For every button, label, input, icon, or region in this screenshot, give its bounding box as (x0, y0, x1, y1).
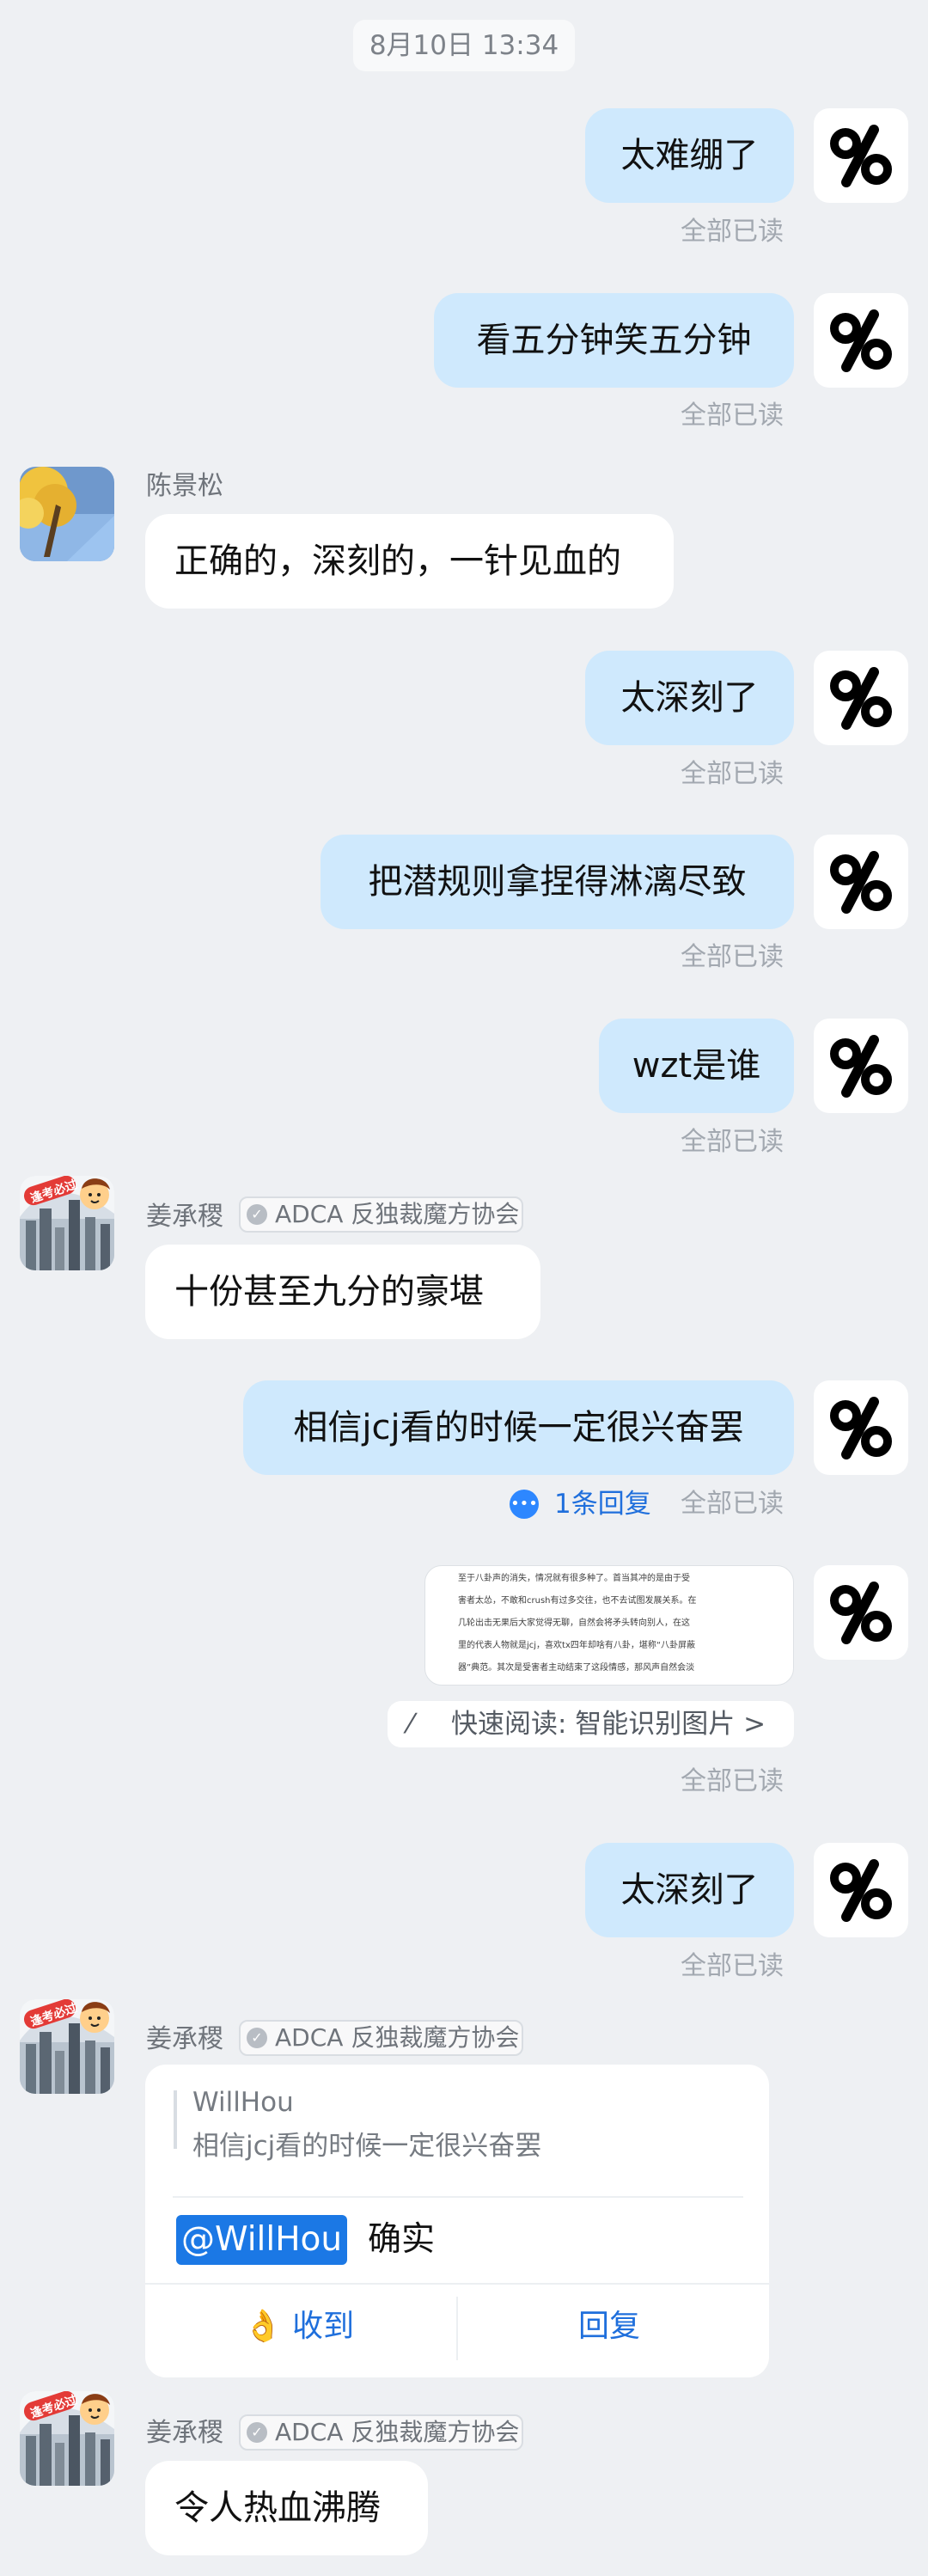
quote-bar (174, 2090, 177, 2149)
percent-logo-icon (830, 1582, 892, 1644)
read-status: 全部已读 (681, 1951, 784, 1981)
sender-name: 姜承稷 (146, 2024, 223, 2054)
contact-avatar[interactable] (20, 467, 114, 561)
actions-divider (145, 2283, 769, 2285)
chat-screen: 8月10日 13:34 太难绷了 全部已读 看五分钟笑五分钟 全部已读 陈景松 (0, 0, 928, 2576)
verified-badge-icon: ✓ (247, 2422, 267, 2443)
magic-wand-icon: ⁄ (408, 1709, 413, 1740)
read-status: 全部已读 (681, 1766, 784, 1796)
quick-read-button[interactable]: ⁄ 快速阅读: 智能识别图片 > (388, 1701, 794, 1747)
ok-hand-icon: 👌 (243, 2309, 283, 2344)
sender-name: 姜承稷 (146, 2418, 223, 2448)
reply-button[interactable]: 回复 (552, 2305, 667, 2348)
reply-message-card[interactable]: WillHou 相信jcj看的时候一定很兴奋罢 @WillHou 确实 👌 收到… (145, 2065, 769, 2377)
city-sticker-avatar: 逢考必过 (20, 1176, 114, 1270)
my-avatar[interactable] (814, 293, 908, 388)
my-avatar[interactable] (814, 1565, 908, 1660)
group-badge: ✓ ADCA 反独裁魔方协会 (239, 2414, 523, 2451)
image-text-line: 至于八卦声的消失，情况就有很多种了。首当其冲的是由于受 (458, 1574, 690, 1583)
image-text-line: 害者太怂，不敢和crush有过多交往，也不去试图发展关系。在 (458, 1596, 697, 1606)
city-sticker-avatar: 逢考必过 (20, 1999, 114, 2094)
shared-image-message[interactable]: 至于八卦声的消失，情况就有很多种了。首当其冲的是由于受 害者太怂，不敢和crus… (424, 1565, 794, 1686)
contact-avatar[interactable]: 逢考必过 (20, 1999, 114, 2094)
quick-read-label: 快速阅读: 智能识别图片 > (451, 1709, 766, 1740)
quote-divider (173, 2196, 743, 2198)
read-status: 全部已读 (681, 1489, 784, 1519)
percent-logo-icon (830, 1859, 892, 1922)
contact-avatar[interactable]: 逢考必过 (20, 2391, 114, 2486)
percent-logo-icon (830, 1035, 892, 1098)
verified-badge-icon: ✓ (247, 1204, 267, 1225)
chat-bubble-icon: ••• (510, 1490, 539, 1519)
read-status: 全部已读 (681, 942, 784, 972)
my-message-bubble[interactable]: 相信jcj看的时候一定很兴奋罢 (243, 1380, 794, 1475)
contact-message-bubble[interactable]: 十份甚至九分的豪堪 (145, 1245, 540, 1339)
my-avatar[interactable] (814, 1843, 908, 1937)
percent-logo-icon (830, 851, 892, 914)
contact-avatar[interactable]: 逢考必过 (20, 1176, 114, 1270)
sender-name: 陈景松 (146, 471, 223, 501)
city-sticker-avatar: 逢考必过 (20, 2391, 114, 2486)
percent-logo-icon (830, 309, 892, 372)
sender-name: 姜承稷 (146, 1202, 223, 1232)
image-text-line: 里的代表人物就是jcj，喜欢tx四年却啥有八卦，堪称“八卦屏蔽 (458, 1641, 696, 1650)
reply-text: 确实 (368, 2220, 436, 2259)
quoted-author: WillHou (192, 2087, 294, 2118)
date-time-separator: 8月10日 13:34 (353, 20, 575, 71)
my-avatar[interactable] (814, 108, 908, 203)
percent-logo-icon (830, 125, 892, 187)
quoted-message: 相信jcj看的时候一定很兴奋罢 (192, 2131, 542, 2162)
my-avatar[interactable] (814, 1019, 908, 1113)
my-avatar[interactable] (814, 1380, 908, 1475)
my-message-bubble[interactable]: 太深刻了 (585, 651, 794, 745)
verified-badge-icon: ✓ (247, 2028, 267, 2048)
read-status: 全部已读 (681, 217, 784, 247)
my-message-bubble[interactable]: 太难绷了 (585, 108, 794, 203)
my-message-bubble[interactable]: 太深刻了 (585, 1843, 794, 1937)
percent-logo-icon (830, 1397, 892, 1459)
read-status: 全部已读 (681, 1127, 784, 1157)
percent-logo-icon (830, 667, 892, 730)
mention-tag[interactable]: @WillHou (176, 2215, 348, 2265)
group-badge: ✓ ADCA 反独裁魔方协会 (239, 2020, 523, 2056)
image-text-line: 几轮出击无果后大家觉得无聊，自然会将矛头转向别人，在这 (458, 1618, 690, 1628)
actions-separator (456, 2297, 458, 2360)
image-text-line: 器”典范。其次是受害者主动结束了这段情感，那风声自然会淡 (458, 1663, 695, 1673)
group-badge: ✓ ADCA 反独裁魔方协会 (239, 1196, 523, 1233)
contact-message-bubble[interactable]: 正确的，深刻的，一针见血的 (145, 514, 674, 609)
my-message-bubble[interactable]: 把潜规则拿捏得淋漓尽致 (321, 835, 794, 929)
my-message-bubble[interactable]: 看五分钟笑五分钟 (434, 293, 794, 388)
read-status: 全部已读 (681, 401, 784, 431)
contact-message-bubble[interactable]: 令人热血沸腾 (145, 2461, 428, 2555)
my-avatar[interactable] (814, 651, 908, 745)
my-message-bubble[interactable]: wzt是谁 (599, 1019, 794, 1113)
my-avatar[interactable] (814, 835, 908, 929)
read-status: 全部已读 (681, 759, 784, 789)
received-button[interactable]: 👌 收到 (230, 2305, 368, 2348)
autumn-tree-avatar (20, 467, 114, 561)
